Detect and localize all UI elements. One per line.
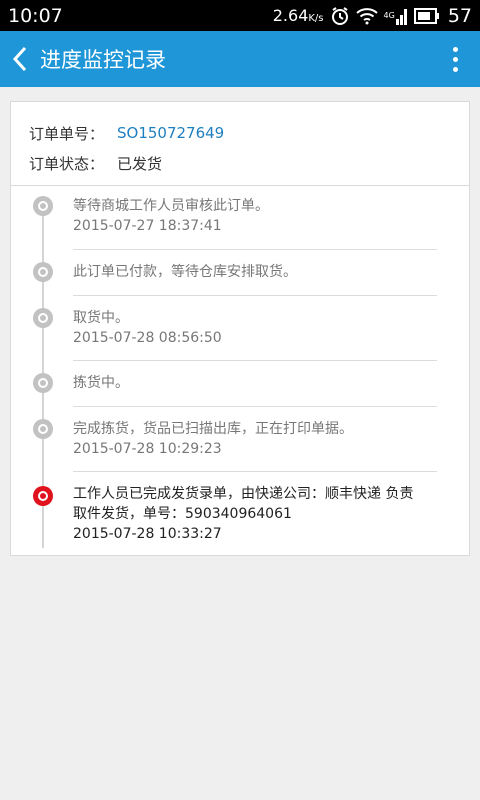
timeline-node-inner	[38, 491, 48, 501]
timeline-time: 2015-07-27 18:37:41	[73, 218, 222, 234]
speed-unit: K/s	[308, 13, 324, 24]
timeline-item: 完成拣货，货品已扫描出库，正在打印单据。 2015-07-28 10:29:23	[73, 419, 437, 459]
timeline-item: 取货中。 2015-07-28 08:56:50	[73, 308, 437, 348]
timeline-text-continued: 取件发货，单号：590340964061	[73, 506, 292, 522]
order-status: 已发货	[117, 154, 163, 173]
order-number-label: 订单单号：	[29, 124, 105, 143]
order-status-row: 订单状态： 已发货	[29, 148, 469, 178]
timeline-node	[33, 262, 53, 282]
timeline-node-inner	[38, 267, 48, 277]
progress-timeline: 等待商城工作人员审核此订单。 2015-07-27 18:37:41 此订单已付…	[11, 186, 469, 556]
order-info: 订单单号： SO150727649 订单状态： 已发货	[11, 102, 469, 186]
wifi-icon	[355, 7, 378, 25]
timeline-node	[33, 308, 53, 328]
chevron-left-icon	[12, 46, 27, 72]
timeline-node	[33, 419, 53, 439]
order-card: 订单单号： SO150727649 订单状态： 已发货 等待商城工作人员审核此订…	[10, 101, 470, 556]
timeline-text: 此订单已付款，等待仓库安排取货。	[73, 264, 297, 280]
timeline-text: 等待商城工作人员审核此订单。	[73, 198, 269, 214]
timeline-node-inner	[38, 201, 48, 211]
battery-icon	[413, 7, 440, 24]
timeline-text: 完成拣货，货品已扫描出库，正在打印单据。	[73, 421, 353, 437]
timeline-divider	[73, 360, 437, 361]
order-status-label: 订单状态：	[29, 154, 105, 173]
timeline-node-inner	[38, 313, 48, 323]
app-bar: 进度监控记录	[0, 31, 480, 87]
timeline-item: 此订单已付款，等待仓库安排取货。	[73, 262, 437, 282]
more-vert-icon	[452, 46, 458, 52]
page-title: 进度监控记录	[40, 48, 166, 72]
alarm-icon	[330, 6, 350, 26]
battery-level: 57	[447, 4, 472, 27]
status-time: 10:07	[8, 4, 63, 27]
status-bar: 10:07 2.64K/s 4G 57	[0, 0, 480, 31]
order-number[interactable]: SO150727649	[117, 124, 224, 142]
timeline-node-inner	[38, 424, 48, 434]
timeline-time: 2015-07-28 10:29:23	[73, 441, 222, 457]
timeline-item: 拣货中。	[73, 373, 437, 393]
timeline-text: 拣货中。	[73, 375, 129, 391]
back-button[interactable]	[2, 31, 38, 87]
timeline-node-current	[33, 486, 53, 506]
timeline-text: 取货中。	[73, 310, 129, 326]
timeline-divider	[73, 406, 437, 407]
signal-icon: 4G	[384, 7, 408, 25]
timeline-divider	[73, 471, 437, 472]
overflow-menu-button[interactable]	[440, 31, 470, 87]
network-speed: 2.64K/s	[273, 6, 324, 25]
more-vert-icon-dot	[452, 56, 458, 62]
more-vert-icon-dot	[452, 66, 458, 72]
status-indicators: 2.64K/s 4G 57	[273, 5, 472, 27]
timeline-item: 等待商城工作人员审核此订单。 2015-07-27 18:37:41	[73, 196, 437, 236]
timeline-node-inner	[38, 378, 48, 388]
speed-value: 2.64	[272, 6, 309, 25]
timeline-divider	[73, 295, 437, 296]
timeline-text: 工作人员已完成发货录单，由快递公司：顺丰快递 负责	[73, 486, 414, 502]
network-type: 4G	[383, 11, 395, 20]
timeline-node	[33, 196, 53, 216]
timeline-item-current: 工作人员已完成发货录单，由快递公司：顺丰快递 负责 取件发货，单号：590340…	[73, 484, 437, 544]
timeline-divider	[73, 249, 437, 250]
order-number-row: 订单单号： SO150727649	[29, 118, 469, 148]
timeline-time: 2015-07-28 08:56:50	[73, 330, 222, 346]
timeline-time: 2015-07-28 10:33:27	[73, 526, 222, 542]
timeline-node	[33, 373, 53, 393]
